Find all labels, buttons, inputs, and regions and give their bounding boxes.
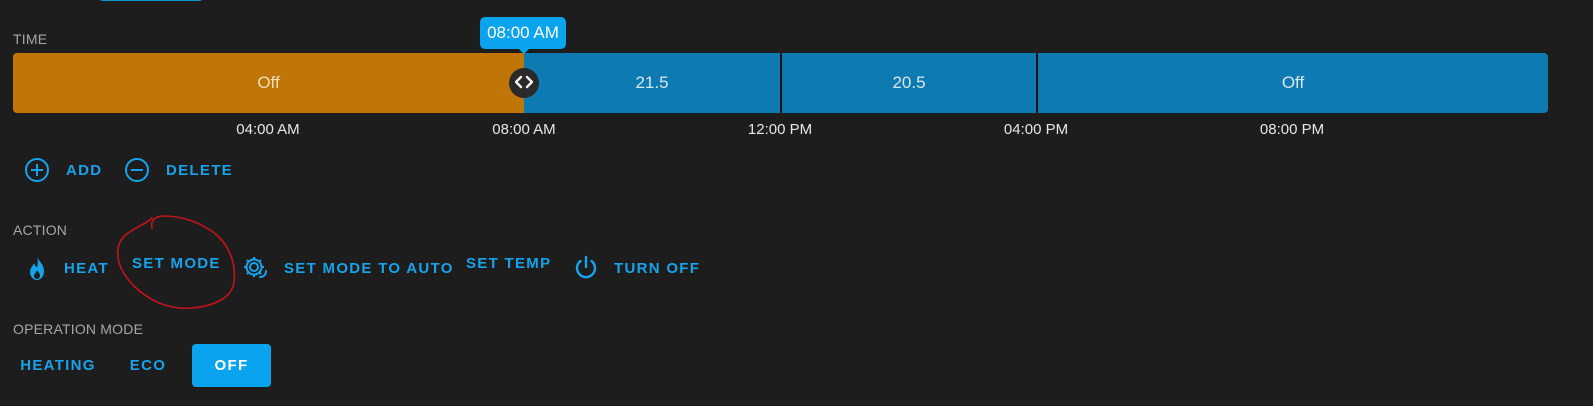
- time-section-label: TIME: [13, 31, 48, 47]
- time-tick-label: 08:00 AM: [492, 121, 556, 138]
- delete-button-label: DELETE: [166, 161, 233, 179]
- timeline-slot[interactable]: Off: [13, 53, 524, 113]
- mode-eco-button[interactable]: ECO: [120, 344, 176, 387]
- schedule-timeline[interactable]: Off 21.5 20.5 Off: [13, 53, 1548, 113]
- tooltip-arrow: [518, 48, 530, 54]
- gear-sync-icon: [242, 255, 268, 281]
- mode-off-button[interactable]: OFF: [192, 344, 271, 387]
- mode-heating-button[interactable]: HEATING: [13, 344, 103, 387]
- timeline-slot[interactable]: 20.5: [782, 53, 1036, 113]
- scheduler-panel: TIME 08:00 AM Off 21.5 20.5 Off 04:00 AM…: [0, 0, 1593, 406]
- fire-icon: [26, 255, 48, 281]
- action-section-label: ACTION: [13, 222, 68, 238]
- set-mode-auto-action-button[interactable]: SET MODE TO AUTO: [242, 255, 454, 281]
- minus-circle-icon: [124, 157, 150, 183]
- turn-off-action-button[interactable]: TURN OFF: [574, 255, 700, 281]
- time-tick-label: 08:00 PM: [1259, 121, 1325, 138]
- time-tick-label: 04:00 AM: [236, 121, 300, 138]
- time-tick-label: 04:00 PM: [1003, 121, 1069, 138]
- set-temp-action-button[interactable]: SET TEMP: [466, 255, 551, 272]
- plus-circle-icon: [24, 157, 50, 183]
- add-button[interactable]: ADD: [24, 157, 102, 183]
- timeline-slot[interactable]: 21.5: [524, 53, 780, 113]
- set-temp-action-label: SET TEMP: [466, 255, 552, 272]
- set-mode-auto-action-label: SET MODE TO AUTO: [284, 259, 454, 277]
- heat-action-button[interactable]: HEAT: [26, 255, 109, 281]
- power-icon: [574, 255, 598, 281]
- set-mode-action-label: SET MODE: [132, 255, 221, 272]
- operation-mode-label: OPERATION MODE: [13, 321, 144, 337]
- time-tick-label: 12:00 PM: [747, 121, 813, 138]
- timeline-slot[interactable]: Off: [1038, 53, 1548, 113]
- delete-button[interactable]: DELETE: [124, 157, 233, 183]
- set-mode-action-button[interactable]: SET MODE: [132, 255, 221, 272]
- timeline-drag-handle[interactable]: [509, 68, 539, 98]
- top-tab-indicator: [98, 0, 204, 1]
- time-tooltip: 08:00 AM: [480, 17, 566, 49]
- add-button-label: ADD: [66, 161, 103, 179]
- turn-off-action-label: TURN OFF: [614, 259, 701, 277]
- heat-action-label: HEAT: [64, 259, 109, 277]
- code-arrows-icon: [514, 75, 534, 92]
